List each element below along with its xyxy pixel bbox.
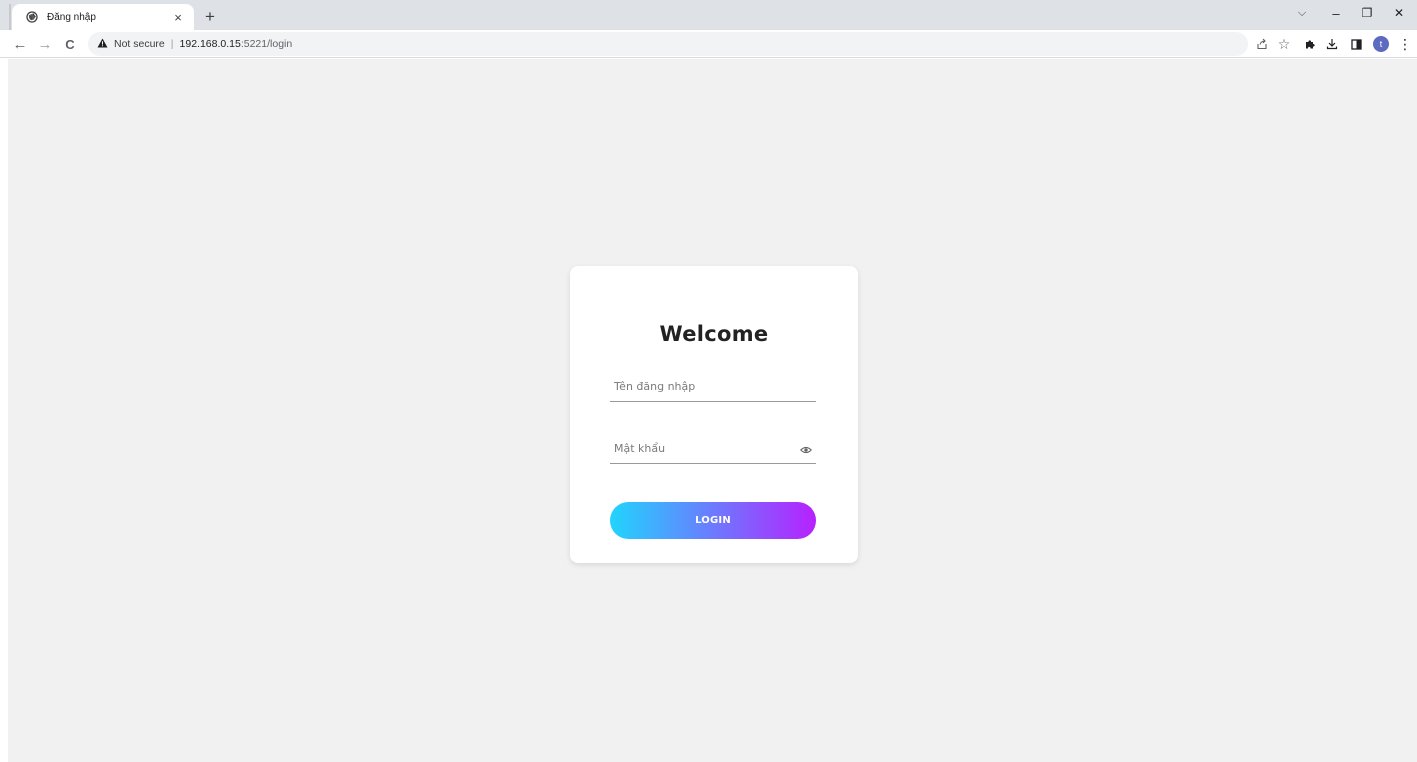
show-password-icon[interactable] xyxy=(800,443,812,455)
close-tab-icon[interactable]: × xyxy=(170,9,186,25)
extensions-icon[interactable] xyxy=(1299,33,1321,55)
page-viewport: Welcome LOGIN xyxy=(8,59,1417,762)
warning-icon[interactable] xyxy=(97,38,108,51)
username-input[interactable] xyxy=(610,372,816,401)
star-icon[interactable]: ☆ xyxy=(1273,33,1295,55)
share-icon[interactable] xyxy=(1251,33,1273,55)
forward-button[interactable]: → xyxy=(34,33,56,55)
page-title: Welcome xyxy=(659,322,769,346)
close-window-button[interactable]: ✕ xyxy=(1384,3,1414,23)
minimize-button[interactable]: – xyxy=(1321,3,1351,23)
profile-avatar[interactable]: t xyxy=(1373,36,1389,52)
tab-search-icon[interactable]: ⌵ xyxy=(1287,3,1317,23)
browser-window: Đăng nhập × + ⌵ – ❐ ✕ ← → C Not secure |… xyxy=(0,0,1417,762)
tab-login[interactable]: Đăng nhập × xyxy=(12,4,194,30)
tab-strip-edge xyxy=(9,4,11,30)
download-icon[interactable] xyxy=(1321,33,1343,55)
login-button[interactable]: LOGIN xyxy=(610,502,816,539)
password-input[interactable] xyxy=(610,434,816,463)
tab-title: Đăng nhập xyxy=(47,11,96,23)
login-card: Welcome LOGIN xyxy=(570,266,858,563)
new-tab-button[interactable]: + xyxy=(199,6,221,28)
browser-toolbar: ← → C Not secure | 192.168.0.15:5221/log… xyxy=(0,30,1417,58)
address-bar[interactable]: Not secure | 192.168.0.15:5221/login xyxy=(88,32,1248,56)
globe-icon xyxy=(26,11,38,23)
menu-icon[interactable]: ⋮ xyxy=(1394,33,1416,55)
sidepanel-icon[interactable] xyxy=(1345,33,1367,55)
restore-button[interactable]: ❐ xyxy=(1352,3,1382,23)
url-host: 192.168.0.15 xyxy=(179,38,241,50)
reload-button[interactable]: C xyxy=(59,33,81,55)
tab-strip: Đăng nhập × + ⌵ – ❐ ✕ xyxy=(0,0,1417,30)
password-field[interactable] xyxy=(610,434,816,464)
url-path: :5221/login xyxy=(240,38,293,50)
address-separator: | xyxy=(170,38,174,50)
username-field[interactable] xyxy=(610,372,816,402)
back-button[interactable]: ← xyxy=(9,33,31,55)
security-label[interactable]: Not secure xyxy=(114,38,165,50)
